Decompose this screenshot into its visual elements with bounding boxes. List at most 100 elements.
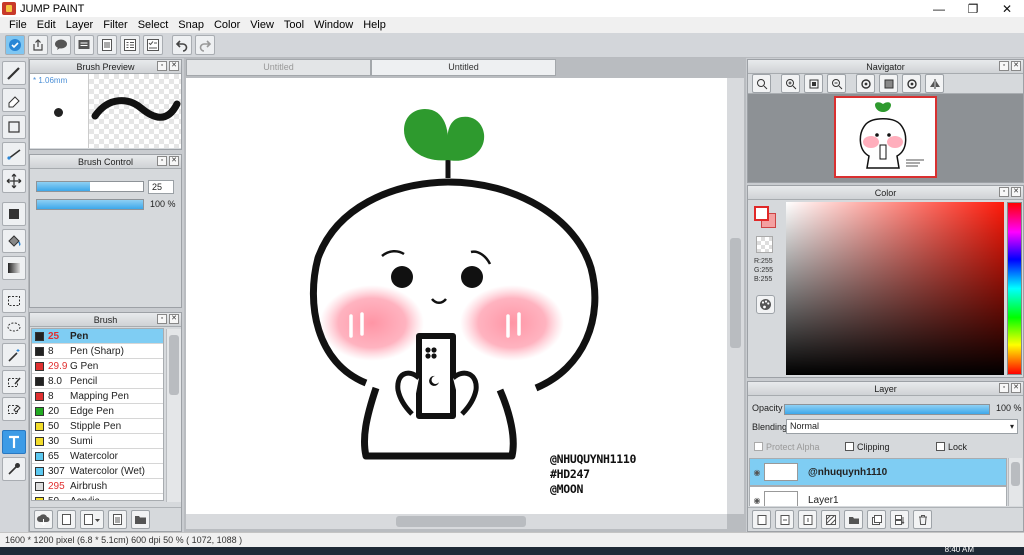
brush-item[interactable]: 50 Acrylic — [32, 494, 163, 500]
menu-color[interactable]: Color — [209, 19, 245, 31]
list-button[interactable] — [120, 35, 140, 55]
tool-move[interactable] — [2, 169, 26, 193]
new-layer-1bit-button[interactable] — [798, 510, 817, 529]
duplicate-layer-button[interactable] — [867, 510, 886, 529]
zoom-out-button[interactable] — [827, 74, 846, 93]
transparent-color-swatch[interactable] — [756, 236, 773, 253]
zoom-fit-button[interactable] — [752, 74, 771, 93]
navigator-thumbnail[interactable] — [834, 96, 937, 178]
saturation-value-picker[interactable] — [786, 202, 1004, 375]
tool-gradient[interactable] — [2, 256, 26, 280]
scroll-thumb[interactable] — [169, 335, 179, 395]
protect-alpha-checkbox[interactable]: Protect Alpha — [754, 442, 820, 452]
delete-layer-button[interactable] — [913, 510, 932, 529]
foreground-color-swatch[interactable] — [754, 206, 769, 221]
close-panel-button[interactable]: ✕ — [169, 156, 179, 166]
close-panel-button[interactable]: ✕ — [1011, 383, 1021, 393]
brush-menu-button[interactable] — [80, 510, 104, 529]
brush-list-scrollbar[interactable] — [166, 329, 181, 502]
brush-item[interactable]: 8 Pen (Sharp) — [32, 344, 163, 359]
halftone-layer-button[interactable] — [821, 510, 840, 529]
close-panel-button[interactable]: ✕ — [169, 61, 179, 71]
brush-item[interactable]: 295 Airbrush — [32, 479, 163, 494]
tab-document-2[interactable]: Untitled — [371, 59, 556, 76]
layer-list-scrollbar[interactable] — [1008, 458, 1022, 506]
menu-help[interactable]: Help — [358, 19, 391, 31]
menu-view[interactable]: View — [245, 19, 279, 31]
hue-slider[interactable] — [1007, 202, 1022, 375]
layer-folder-button[interactable] — [844, 510, 863, 529]
menu-filter[interactable]: Filter — [98, 19, 132, 31]
tool-eyedropper[interactable] — [2, 457, 26, 481]
menu-snap[interactable]: Snap — [173, 19, 209, 31]
tool-select-eraser[interactable] — [2, 397, 26, 421]
minimize-button[interactable]: — — [922, 0, 956, 17]
comment-button[interactable] — [51, 35, 71, 55]
brush-item[interactable]: 30 Sumi — [32, 434, 163, 449]
brush-item[interactable]: 25 Pen — [32, 329, 163, 344]
brush-item[interactable]: 65 Watercolor — [32, 449, 163, 464]
undo-button[interactable] — [172, 35, 192, 55]
canvas-vertical-scrollbar[interactable] — [727, 78, 744, 514]
menu-tool[interactable]: Tool — [279, 19, 309, 31]
brush-item[interactable]: 8.0 Pencil — [32, 374, 163, 389]
float-panel-button[interactable]: ▫ — [157, 61, 167, 71]
scroll-thumb[interactable] — [396, 516, 526, 527]
checklist-button[interactable] — [143, 35, 163, 55]
new-brush-button[interactable] — [57, 510, 76, 529]
brush-item[interactable]: 20 Edge Pen — [32, 404, 163, 419]
tab-document-1[interactable]: Untitled — [186, 59, 371, 76]
tool-fill-rect[interactable] — [2, 202, 26, 226]
visibility-icon[interactable]: ◉ — [750, 468, 764, 477]
flip-button[interactable] — [925, 74, 944, 93]
brush-size-slider[interactable] — [36, 181, 144, 192]
zoom-in-button[interactable] — [781, 74, 800, 93]
tool-magic-wand[interactable] — [2, 343, 26, 367]
layer-item[interactable]: ◉ @nhuquynh1110 — [749, 458, 1007, 486]
document-button[interactable] — [97, 35, 117, 55]
blending-select[interactable]: Normal ▾ — [786, 419, 1018, 434]
brush-opacity-slider[interactable] — [36, 199, 144, 210]
menu-edit[interactable]: Edit — [32, 19, 61, 31]
float-panel-button[interactable]: ▫ — [157, 156, 167, 166]
close-panel-button[interactable]: ✕ — [1011, 61, 1021, 71]
menu-file[interactable]: File — [4, 19, 32, 31]
brush-item[interactable]: 8 Mapping Pen — [32, 389, 163, 404]
float-panel-button[interactable]: ▫ — [157, 314, 167, 324]
share-button[interactable] — [28, 35, 48, 55]
layer-item[interactable]: ◉ Layer1 — [749, 486, 1007, 506]
tool-eraser[interactable] — [2, 88, 26, 112]
tool-line[interactable] — [2, 142, 26, 166]
tool-brush[interactable] — [2, 61, 26, 85]
cloud-brush-button[interactable] — [34, 510, 53, 529]
menu-layer[interactable]: Layer — [61, 19, 99, 31]
lock-checkbox[interactable]: Lock — [936, 442, 967, 452]
brush-item[interactable]: 50 Stipple Pen — [32, 419, 163, 434]
cloud-sync-button[interactable] — [5, 35, 25, 55]
scroll-thumb[interactable] — [730, 238, 741, 348]
tool-select-rect[interactable] — [2, 289, 26, 313]
message-button[interactable] — [74, 35, 94, 55]
clipping-checkbox[interactable]: Clipping — [845, 442, 890, 452]
navigator-view[interactable] — [748, 94, 1023, 182]
brush-item[interactable]: 29.9 G Pen — [32, 359, 163, 374]
new-layer-8bit-button[interactable] — [775, 510, 794, 529]
canvas-horizontal-scrollbar[interactable] — [186, 514, 727, 529]
tool-lasso[interactable] — [2, 316, 26, 340]
close-button[interactable]: ✕ — [990, 0, 1024, 17]
rotate-left-button[interactable] — [856, 74, 875, 93]
new-layer-button[interactable] — [752, 510, 771, 529]
tool-bucket[interactable] — [2, 229, 26, 253]
brush-folder-button[interactable] — [131, 510, 150, 529]
maximize-button[interactable]: ❐ — [956, 0, 990, 17]
close-panel-button[interactable]: ✕ — [169, 314, 179, 324]
reset-view-button[interactable] — [879, 74, 898, 93]
tool-rectangle[interactable] — [2, 115, 26, 139]
fit-window-button[interactable] — [804, 74, 823, 93]
brush-settings-button[interactable] — [108, 510, 127, 529]
tool-select-pen[interactable] — [2, 370, 26, 394]
tool-text[interactable] — [2, 430, 26, 454]
float-panel-button[interactable]: ▫ — [999, 61, 1009, 71]
scroll-thumb[interactable] — [1011, 462, 1020, 486]
redo-button[interactable] — [195, 35, 215, 55]
